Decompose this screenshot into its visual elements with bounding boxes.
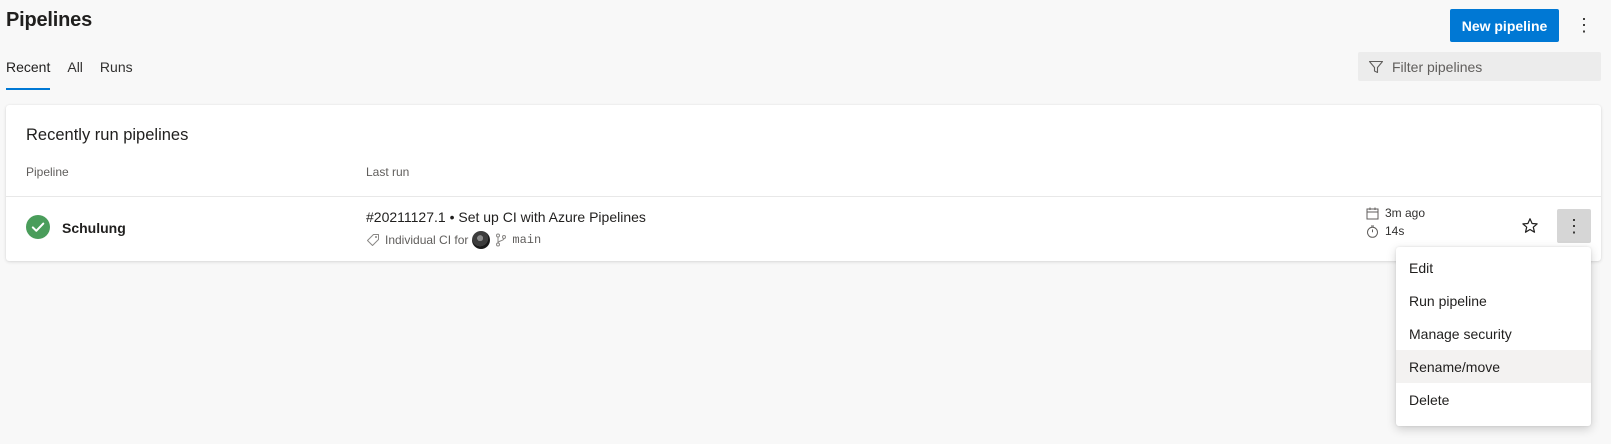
page-title: Pipelines (6, 9, 93, 31)
menu-item-delete[interactable]: Delete (1396, 383, 1591, 416)
page-header: Pipelines New pipeline ⋮ (0, 0, 1611, 46)
trigger-text: Individual CI for (385, 233, 469, 247)
star-icon (1522, 218, 1538, 233)
avatar (472, 231, 491, 249)
tab-all[interactable]: All (67, 58, 83, 90)
menu-item-manage-security[interactable]: Manage security (1396, 317, 1591, 350)
filter-box[interactable] (1358, 52, 1601, 81)
run-title-link[interactable]: #20211127.1 • Set up CI with Azure Pipel… (366, 209, 646, 225)
time-ago-text: 3m ago (1385, 206, 1426, 220)
column-header-last-run: Last run (366, 165, 410, 179)
tab-bar: Recent All Runs (6, 58, 150, 92)
column-header-pipeline: Pipeline (26, 165, 69, 179)
tab-runs[interactable]: Runs (100, 58, 133, 90)
time-ago: 3m ago (1366, 206, 1425, 220)
vertical-ellipsis-icon[interactable]: ⋮ (1574, 9, 1594, 42)
duration: 14s (1366, 224, 1404, 238)
calendar-icon (1366, 207, 1379, 219)
pipeline-name-link[interactable]: Schulung (62, 220, 126, 236)
branch-name: main (512, 233, 542, 247)
tag-icon (367, 234, 379, 246)
duration-text: 14s (1385, 224, 1405, 238)
run-meta: Individual CI for main (366, 231, 541, 249)
filter-pipelines-input[interactable] (1392, 58, 1592, 75)
new-pipeline-button[interactable]: New pipeline (1450, 9, 1559, 42)
recent-pipelines-card: Recently run pipelines Pipeline Last run… (6, 105, 1601, 261)
card-title: Recently run pipelines (26, 126, 189, 144)
filter-funnel-icon (1368, 60, 1384, 73)
check-circle-icon (26, 215, 50, 239)
menu-item-edit[interactable]: Edit (1396, 251, 1591, 284)
favorite-button[interactable] (1517, 213, 1543, 239)
context-menu: Edit Run pipeline Manage security Rename… (1396, 247, 1591, 426)
tab-recent[interactable]: Recent (6, 58, 51, 90)
branch-icon (496, 233, 507, 247)
row-more-actions-button[interactable]: ⋮ (1557, 209, 1591, 243)
menu-item-rename-move[interactable]: Rename/move (1396, 350, 1591, 383)
stopwatch-icon (1367, 225, 1378, 238)
row-divider (6, 196, 1601, 197)
menu-item-run-pipeline[interactable]: Run pipeline (1396, 284, 1591, 317)
